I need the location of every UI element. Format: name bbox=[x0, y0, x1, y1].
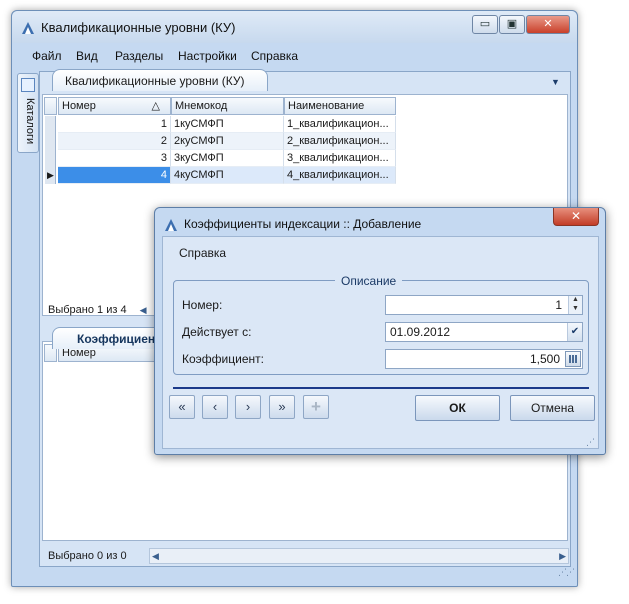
grid2-status: Выбрано 0 из 0 bbox=[48, 550, 127, 562]
first-record-button[interactable]: « bbox=[169, 395, 195, 419]
add-coefficient-dialog: Коэффициенты индексации :: Добавление ✕ … bbox=[154, 207, 606, 455]
window-title: Квалификационные уровни (КУ) bbox=[41, 20, 236, 35]
horizontal-scrollbar[interactable]: ◀ ▶ bbox=[149, 548, 569, 564]
dialog-menu-help[interactable]: Справка bbox=[179, 246, 226, 260]
column-header-mnemocode[interactable]: Мнемокод bbox=[171, 97, 284, 115]
column-header-label: Номер bbox=[62, 100, 96, 112]
cancel-button[interactable]: Отмена bbox=[510, 395, 595, 421]
column-header-number[interactable]: Номер △ bbox=[58, 97, 171, 115]
resize-grip-icon[interactable]: ⋰ bbox=[586, 437, 595, 448]
dialog-close-button[interactable]: ✕ bbox=[553, 208, 599, 226]
menu-view[interactable]: Вид bbox=[76, 49, 98, 63]
grid1-status-text: Выбрано 1 из 4 bbox=[48, 304, 127, 316]
menu-file[interactable]: Файл bbox=[32, 49, 62, 63]
date-value: 01.09.2012 bbox=[390, 325, 451, 339]
catalog-icon bbox=[21, 78, 35, 92]
app-logo-icon bbox=[165, 219, 177, 231]
chevron-down-icon[interactable]: ✔ bbox=[567, 323, 582, 341]
row-indicator[interactable] bbox=[45, 150, 56, 167]
close-button[interactable]: ✕ bbox=[526, 15, 570, 34]
number-value: 1 bbox=[555, 298, 562, 312]
last-record-button[interactable]: » bbox=[269, 395, 295, 419]
table-row-3-name[interactable]: 3_квалификацион... bbox=[284, 150, 396, 167]
prev-record-button[interactable]: ‹ bbox=[202, 395, 228, 419]
row-indicator[interactable] bbox=[45, 133, 56, 150]
table-row-2-number[interactable]: 2 bbox=[58, 133, 171, 150]
table-row-1-number[interactable]: 1 bbox=[58, 116, 171, 133]
table-row-2-code[interactable]: 2куСМФП bbox=[171, 133, 284, 150]
table-row-1-name[interactable]: 1_квалификацион... bbox=[284, 116, 396, 133]
coefficient-label: Коэффициент: bbox=[182, 352, 264, 366]
spin-down-icon[interactable]: ▼ bbox=[568, 305, 582, 314]
minimize-button[interactable]: ▭ bbox=[472, 15, 498, 34]
coefficient-field[interactable]: 1,500 bbox=[385, 349, 583, 369]
group-title: Описание bbox=[335, 274, 403, 288]
coefficient-value: 1,500 bbox=[529, 352, 560, 366]
calculator-icon[interactable] bbox=[565, 351, 581, 367]
tab-dropdown-icon[interactable]: ▼ bbox=[551, 77, 560, 87]
next-record-button[interactable]: › bbox=[235, 395, 261, 419]
table-row-1-code[interactable]: 1куСМФП bbox=[171, 116, 284, 133]
table-row-4-number[interactable]: 4 bbox=[58, 167, 171, 184]
menu-settings[interactable]: Настройки bbox=[178, 49, 237, 63]
dialog-title: Коэффициенты индексации :: Добавление bbox=[184, 217, 422, 231]
valid-from-label: Действует с: bbox=[182, 325, 252, 339]
menu-help[interactable]: Справка bbox=[251, 49, 298, 63]
scroll-right-icon[interactable]: ▶ bbox=[559, 551, 566, 562]
add-record-button[interactable]: + bbox=[303, 395, 329, 419]
app-logo-icon bbox=[22, 22, 34, 34]
current-row-indicator[interactable]: ▶ bbox=[45, 167, 56, 184]
table-row-2-name[interactable]: 2_квалификацион... bbox=[284, 133, 396, 150]
valid-from-date-field[interactable]: 01.09.2012 ✔ bbox=[385, 322, 583, 342]
resize-grip-icon[interactable]: ⋰⋰ bbox=[558, 567, 575, 578]
divider bbox=[173, 387, 589, 389]
table-row-4-code[interactable]: 4куСМФП bbox=[171, 167, 284, 184]
side-tab-label: Каталоги bbox=[24, 98, 36, 145]
maximize-button[interactable]: ▣ bbox=[499, 15, 525, 34]
scroll-left-icon[interactable]: ◀ bbox=[140, 305, 147, 315]
number-field[interactable]: 1 ▲ ▼ bbox=[385, 295, 583, 315]
title-bar[interactable]: Квалификационные уровни (КУ) ▭ ▣ ✕ bbox=[12, 11, 577, 43]
dialog-body: Справка Описание Номер: 1 ▲ ▼ Действует … bbox=[162, 236, 599, 449]
menu-sections[interactable]: Разделы bbox=[115, 49, 163, 63]
grid-corner bbox=[44, 97, 57, 115]
spin-up-icon[interactable]: ▲ bbox=[568, 296, 582, 305]
column-header-name[interactable]: Наименование bbox=[284, 97, 396, 115]
sort-ascending-icon: △ bbox=[151, 100, 160, 112]
table-row-3-number[interactable]: 3 bbox=[58, 150, 171, 167]
table-row-4-name[interactable]: 4_квалификацион... bbox=[284, 167, 396, 184]
scroll-left-icon[interactable]: ◀ bbox=[152, 551, 159, 562]
ok-button[interactable]: ОК bbox=[415, 395, 500, 421]
side-tab-catalogs[interactable]: Каталоги bbox=[17, 73, 39, 153]
row-indicator[interactable] bbox=[45, 116, 56, 133]
tab-qualification-levels[interactable]: Квалификационные уровни (КУ) bbox=[52, 69, 268, 91]
number-label: Номер: bbox=[182, 298, 223, 312]
current-row-arrow-icon: ▶ bbox=[47, 170, 54, 180]
grid1-status: Выбрано 1 из 4 ◀ bbox=[48, 304, 147, 316]
table-row-3-code[interactable]: 3куСМФП bbox=[171, 150, 284, 167]
